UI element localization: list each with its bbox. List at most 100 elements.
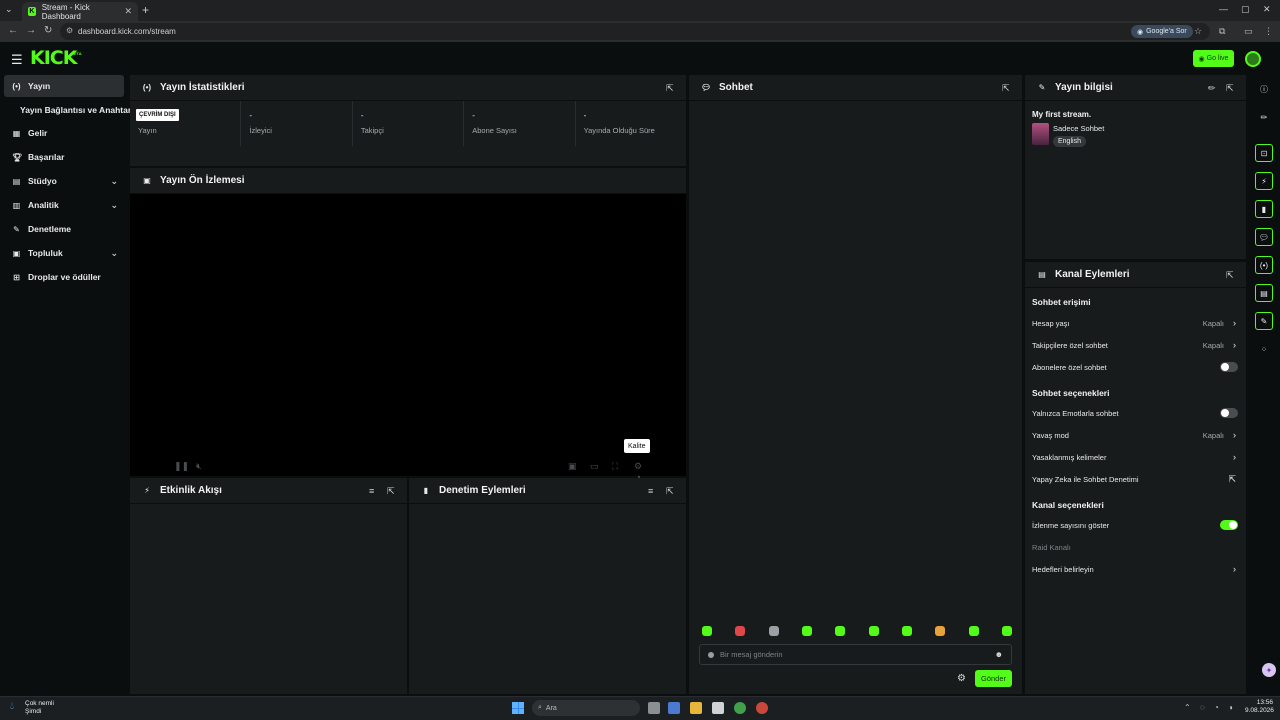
weather-widget[interactable]: Çok nemli Şimdi: [25, 700, 54, 716]
volume-icon[interactable]: ◑: [1228, 703, 1233, 712]
slow-mode-row[interactable]: Yavaş mod Kapalı ›: [1032, 428, 1238, 442]
emote-icon[interactable]: [735, 626, 746, 636]
wifi-icon[interactable]: ◔: [1214, 703, 1219, 712]
emote-icon[interactable]: [968, 626, 979, 636]
profile-icon[interactable]: ▭: [1244, 26, 1253, 37]
windows-start-icon[interactable]: [512, 702, 524, 714]
app-icon[interactable]: [756, 702, 768, 714]
quality-gear-icon[interactable]: ⚙: [634, 461, 642, 472]
chat-icon[interactable]: 💬︎: [1255, 228, 1273, 246]
chrome-icon[interactable]: [734, 702, 746, 714]
emote-icon[interactable]: [901, 626, 912, 636]
stat-label: Abone Sayısı: [472, 126, 517, 135]
user-avatar[interactable]: [1245, 51, 1261, 67]
mute-icon[interactable]: 🔇︎: [196, 461, 202, 472]
show-viewers-toggle[interactable]: [1220, 520, 1238, 530]
section-heading: Sohbet seçenekleri: [1032, 388, 1110, 398]
broadcast-icon[interactable]: (•): [1255, 256, 1273, 274]
pip-icon[interactable]: ▣: [568, 461, 577, 472]
sidebar-item-gelir[interactable]: ▦ Gelir: [4, 122, 124, 144]
subscribers-only-toggle[interactable]: [1220, 362, 1238, 372]
emote-icon[interactable]: [768, 626, 779, 636]
emote-icon[interactable]: [702, 626, 712, 636]
stat-uptime: - Yayında Olduğu Süre: [576, 101, 686, 146]
hamburger-menu-icon[interactable]: ☰: [11, 52, 23, 68]
filter-icon[interactable]: ≡: [648, 486, 653, 496]
popout-icon[interactable]: ⇱: [666, 486, 674, 497]
chat-settings-icon[interactable]: ⚙: [957, 673, 966, 684]
emote-icon[interactable]: [835, 626, 846, 636]
stats-panel-header: (•) Yayın İstatistikleri: [130, 75, 686, 101]
reload-icon[interactable]: ↻: [44, 25, 52, 36]
video-player[interactable]: [130, 194, 686, 476]
wrench-icon[interactable]: ✎: [1255, 312, 1273, 330]
emote-icon[interactable]: [868, 626, 879, 636]
chat-input[interactable]: Bir mesaj gönderin ☻: [699, 644, 1012, 665]
tab-search-icon[interactable]: ⌄: [5, 4, 13, 15]
add-widget-icon[interactable]: ⁘: [1255, 340, 1273, 358]
popout-icon[interactable]: ⇱: [1002, 83, 1010, 94]
popout-icon[interactable]: ⇱: [387, 486, 395, 497]
sidebar-item-yayin[interactable]: (•) Yayın: [4, 75, 124, 97]
pause-icon[interactable]: ❚❚: [174, 461, 189, 472]
close-window-icon[interactable]: ✕: [1263, 4, 1271, 15]
emote-only-toggle[interactable]: [1220, 408, 1238, 418]
lightning-icon[interactable]: ⚡︎: [1255, 172, 1273, 190]
task-view-icon[interactable]: [648, 702, 660, 714]
emote-icon[interactable]: [801, 626, 812, 636]
followers-only-row[interactable]: Takipçilere özel sohbet Kapalı ›: [1032, 338, 1238, 352]
popout-icon[interactable]: ⇱: [1226, 270, 1234, 281]
close-tab-icon[interactable]: ✕: [124, 6, 132, 17]
theater-icon[interactable]: ▭: [590, 461, 599, 472]
forward-icon[interactable]: →: [26, 25, 36, 36]
send-button[interactable]: Gönder: [975, 670, 1012, 687]
info-icon[interactable]: ⓘ: [1255, 80, 1273, 98]
bookmark-star-icon[interactable]: ☆: [1194, 26, 1202, 37]
sidebar-item-analitik[interactable]: ▥ Analitik ⌄: [4, 194, 124, 216]
edit-icon[interactable]: ✏︎: [1208, 83, 1216, 94]
store-icon[interactable]: [712, 702, 724, 714]
banned-words-row[interactable]: Yasaklanmış kelimeler ›: [1032, 450, 1238, 464]
google-ask-button[interactable]: ◉ Google'a Sor: [1131, 25, 1193, 38]
shield-icon[interactable]: ▮: [1255, 200, 1273, 218]
extensions-icon[interactable]: ⧉: [1219, 26, 1225, 37]
popout-icon[interactable]: ⇱: [1226, 83, 1234, 94]
popout-icon[interactable]: ⇱: [666, 83, 674, 94]
sidebar-item-topluluk[interactable]: ▣ Topluluk ⌄: [4, 242, 124, 264]
row-label: Raid Kanalı: [1032, 542, 1071, 552]
stats-widget-icon[interactable]: ⊡: [1255, 144, 1273, 162]
kick-logo[interactable]: KICK: [30, 47, 77, 69]
goals-row[interactable]: Hedefleri belirleyin ›: [1032, 562, 1238, 576]
taskbar-clock[interactable]: 13:56 9.08.2026: [1245, 699, 1274, 715]
account-age-row[interactable]: Hesap yaşı Kapalı ›: [1032, 316, 1238, 330]
browser-menu-icon[interactable]: ⋮: [1264, 26, 1273, 37]
ai-moderation-row[interactable]: Yapay Zeka ile Sohbet Denetimi ⇱: [1032, 472, 1238, 486]
file-explorer-icon[interactable]: [690, 702, 702, 714]
channel-icon[interactable]: ▤: [1255, 284, 1273, 302]
minimize-icon[interactable]: —: [1219, 4, 1228, 14]
emote-icon[interactable]: [1001, 626, 1012, 636]
network-icon[interactable]: ◌: [1200, 703, 1205, 712]
sidebar-item-studyo[interactable]: ▤ Stüdyo ⌄: [4, 170, 124, 192]
emote-icon[interactable]: [935, 626, 946, 636]
go-live-button[interactable]: ◉ Go live: [1193, 50, 1234, 67]
sidebar-item-droplar[interactable]: ⊞ Droplar ve ödüller: [4, 266, 124, 288]
url-field[interactable]: dashboard.kick.com/stream: [60, 23, 1210, 40]
filter-icon[interactable]: ≡: [369, 486, 374, 496]
site-info-icon[interactable]: ⚙: [66, 26, 73, 35]
pencil-icon[interactable]: ✏︎: [1255, 108, 1273, 126]
new-tab-icon[interactable]: +: [142, 3, 149, 17]
sidebar-item-stream-key[interactable]: Yayın Bağlantısı ve Anahtarı: [20, 105, 134, 115]
preview-panel: ▣ Yayın Ön İzlemesi: [130, 168, 686, 194]
taskbar-search[interactable]: ⌕ Ara: [532, 700, 640, 716]
fullscreen-icon[interactable]: ⛶: [612, 461, 618, 472]
back-icon[interactable]: ←: [8, 25, 18, 36]
tray-chevron-icon[interactable]: ⌃: [1184, 703, 1191, 712]
assistant-icon[interactable]: ✦: [1262, 663, 1276, 677]
sidebar-item-denetleme[interactable]: ✎ Denetleme: [4, 218, 124, 240]
maximize-icon[interactable]: ▢: [1241, 4, 1250, 15]
emoji-picker-icon[interactable]: ☻: [995, 650, 1003, 659]
browser-tab[interactable]: K Stream - Kick Dashboard ✕: [22, 2, 138, 21]
sidebar-item-basarilar[interactable]: 🏆︎ Başarılar: [4, 146, 124, 168]
copilot-icon[interactable]: [668, 702, 680, 714]
